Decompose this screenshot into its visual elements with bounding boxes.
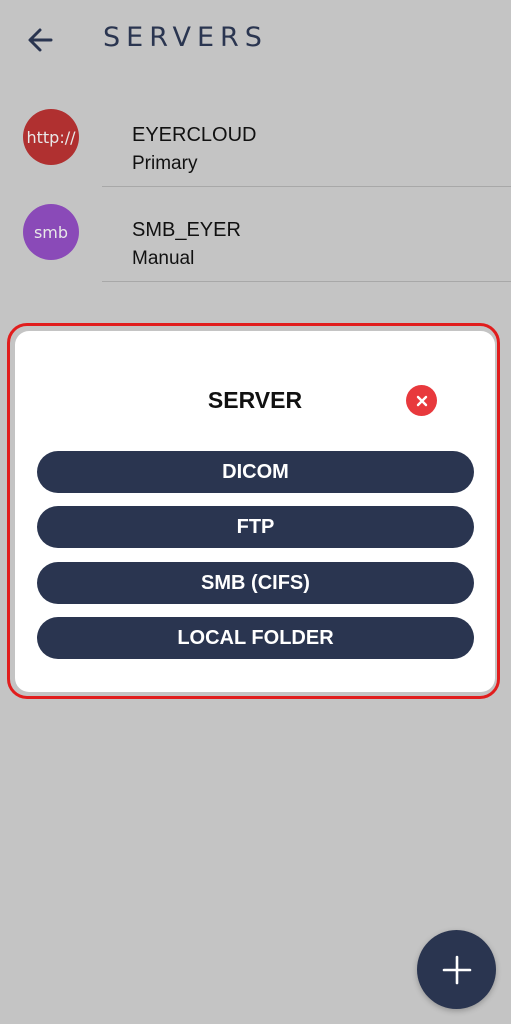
server-type: Manual — [132, 248, 195, 269]
server-item-smb-eyer[interactable]: smb SMB_EYER Manual — [0, 187, 511, 282]
arrow-left-icon — [28, 28, 53, 52]
dicom-button[interactable]: DICOM — [37, 451, 474, 493]
server-name: EYERCLOUD — [132, 124, 257, 146]
plus-icon — [442, 955, 471, 984]
divider — [102, 281, 511, 282]
server-type: Primary — [132, 153, 198, 174]
server-item-eyercloud[interactable]: http:// EYERCLOUD Primary — [0, 92, 511, 187]
server-list: http:// EYERCLOUD Primary smb SMB_EYER M… — [0, 92, 511, 282]
page-title: SERVERS — [103, 22, 268, 53]
server-avatar-label: http:// — [26, 127, 76, 147]
server-type-dialog: SERVER DICOM FTP SMB (CIFS) LOCAL FOLDER — [15, 331, 495, 692]
server-avatar: smb — [23, 204, 79, 260]
server-name: SMB_EYER — [132, 219, 241, 241]
close-button[interactable] — [406, 385, 437, 416]
server-avatar-label: smb — [33, 222, 69, 242]
back-button[interactable] — [22, 22, 58, 58]
local-folder-button[interactable]: LOCAL FOLDER — [37, 617, 474, 659]
close-icon — [416, 395, 427, 406]
add-server-button[interactable] — [417, 930, 496, 1009]
smb-cifs-button[interactable]: SMB (CIFS) — [37, 562, 474, 604]
server-avatar: http:// — [23, 109, 79, 165]
ftp-button[interactable]: FTP — [37, 506, 474, 548]
app-header: SERVERS — [0, 0, 511, 80]
